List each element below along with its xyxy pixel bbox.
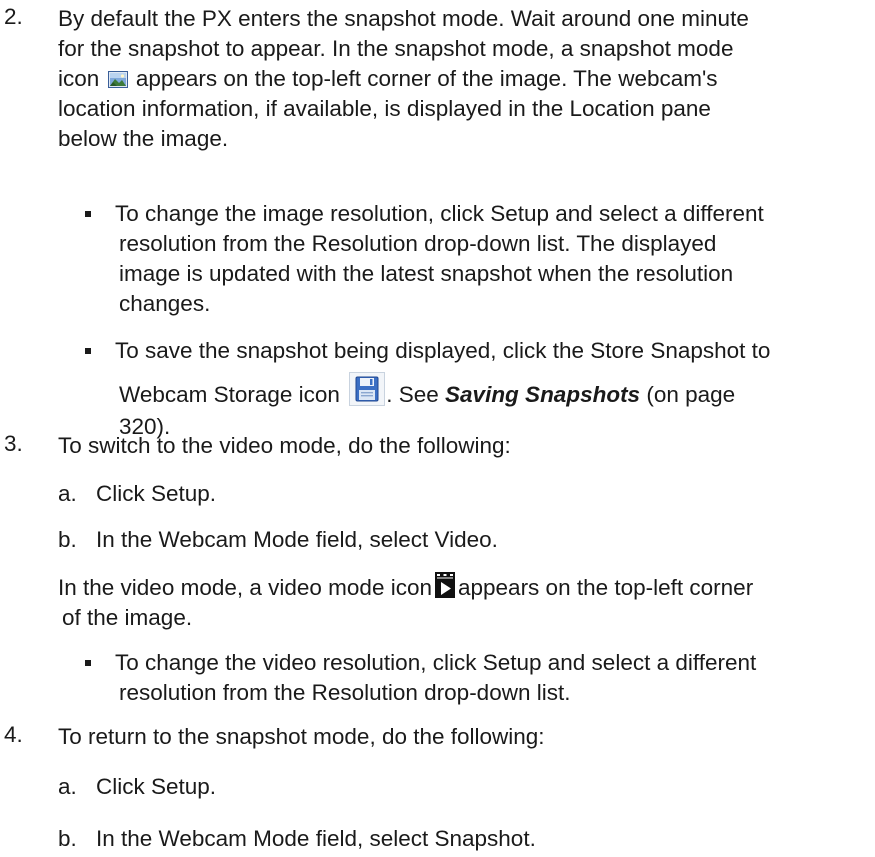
saving-snapshots-link[interactable]: Saving Snapshots bbox=[445, 382, 640, 407]
substep-text: In the Webcam Mode field, select Snapsho… bbox=[96, 826, 536, 851]
note-line: of the image. bbox=[62, 605, 193, 630]
bullet-line: To change the video resolution, click Se… bbox=[115, 650, 757, 675]
step-number: 2. bbox=[4, 4, 23, 29]
bullet-line: image is updated with the latest snapsho… bbox=[119, 261, 734, 286]
bullet-text: To change the video resolution, click Se… bbox=[115, 648, 865, 708]
substep-letter: a. bbox=[58, 774, 77, 799]
document-page: 2. By default the PX enters the snapshot… bbox=[0, 0, 875, 857]
step-3-intro: To switch to the video mode, do the foll… bbox=[58, 433, 511, 458]
substep-text: Click Setup. bbox=[96, 774, 217, 799]
bullet-text: To save the snapshot being displayed, cl… bbox=[115, 336, 865, 442]
bullet-marker bbox=[85, 660, 91, 666]
substep-letter: b. bbox=[58, 527, 77, 552]
bullet-text: To change the image resolution, click Se… bbox=[115, 199, 865, 319]
floppy-disk-icon[interactable] bbox=[349, 372, 386, 406]
bullet-line: To change the image resolution, click Se… bbox=[115, 201, 764, 226]
step-2-paragraph: By default the PX enters the snapshot mo… bbox=[58, 4, 858, 154]
step-4-intro: To return to the snapshot mode, do the f… bbox=[58, 724, 545, 749]
note-line: In the video mode, a video mode icon app… bbox=[58, 572, 858, 603]
bullet-text-part: Webcam Storage icon bbox=[119, 382, 340, 407]
paragraph-text: icon bbox=[58, 66, 100, 91]
substep-text: Click Setup. bbox=[96, 481, 217, 506]
paragraph-text: appears on the top-left corner of the im… bbox=[135, 66, 718, 91]
paragraph-line: for the snapshot to appear. In the snaps… bbox=[58, 36, 734, 61]
bullet-line: changes. bbox=[119, 291, 211, 316]
bullet-marker bbox=[85, 348, 91, 354]
note-text: In the video mode, a video mode icon app… bbox=[58, 572, 858, 633]
note-text-part: appears on the top-left corner bbox=[458, 575, 754, 600]
bullet-line: resolution from the Resolution drop-down… bbox=[119, 680, 571, 705]
bullet-line: Webcam Storage icon . See Saving Snapsho… bbox=[115, 372, 865, 412]
bullet-text-part: (on page bbox=[646, 382, 736, 407]
paragraph-line: below the image. bbox=[58, 126, 229, 151]
step-number: 3. bbox=[4, 431, 23, 456]
bullet-marker bbox=[85, 211, 91, 217]
bullet-line: resolution from the Resolution drop-down… bbox=[119, 231, 717, 256]
snapshot-mode-icon bbox=[107, 71, 128, 88]
substep-text: In the Webcam Mode field, select Video. bbox=[96, 527, 498, 552]
paragraph-line: location information, if available, is d… bbox=[58, 96, 711, 121]
bullet-text-part: . See bbox=[386, 382, 439, 407]
bullet-line: To save the snapshot being displayed, cl… bbox=[115, 338, 771, 363]
paragraph-line: icon appears on the top-left corner of t… bbox=[58, 64, 858, 94]
substep-letter: b. bbox=[58, 826, 77, 851]
video-mode-icon bbox=[435, 572, 455, 598]
note-text-part: In the video mode, a video mode icon bbox=[58, 575, 432, 600]
step-number: 4. bbox=[4, 722, 23, 747]
paragraph-line: By default the PX enters the snapshot mo… bbox=[58, 6, 749, 31]
substep-letter: a. bbox=[58, 481, 77, 506]
